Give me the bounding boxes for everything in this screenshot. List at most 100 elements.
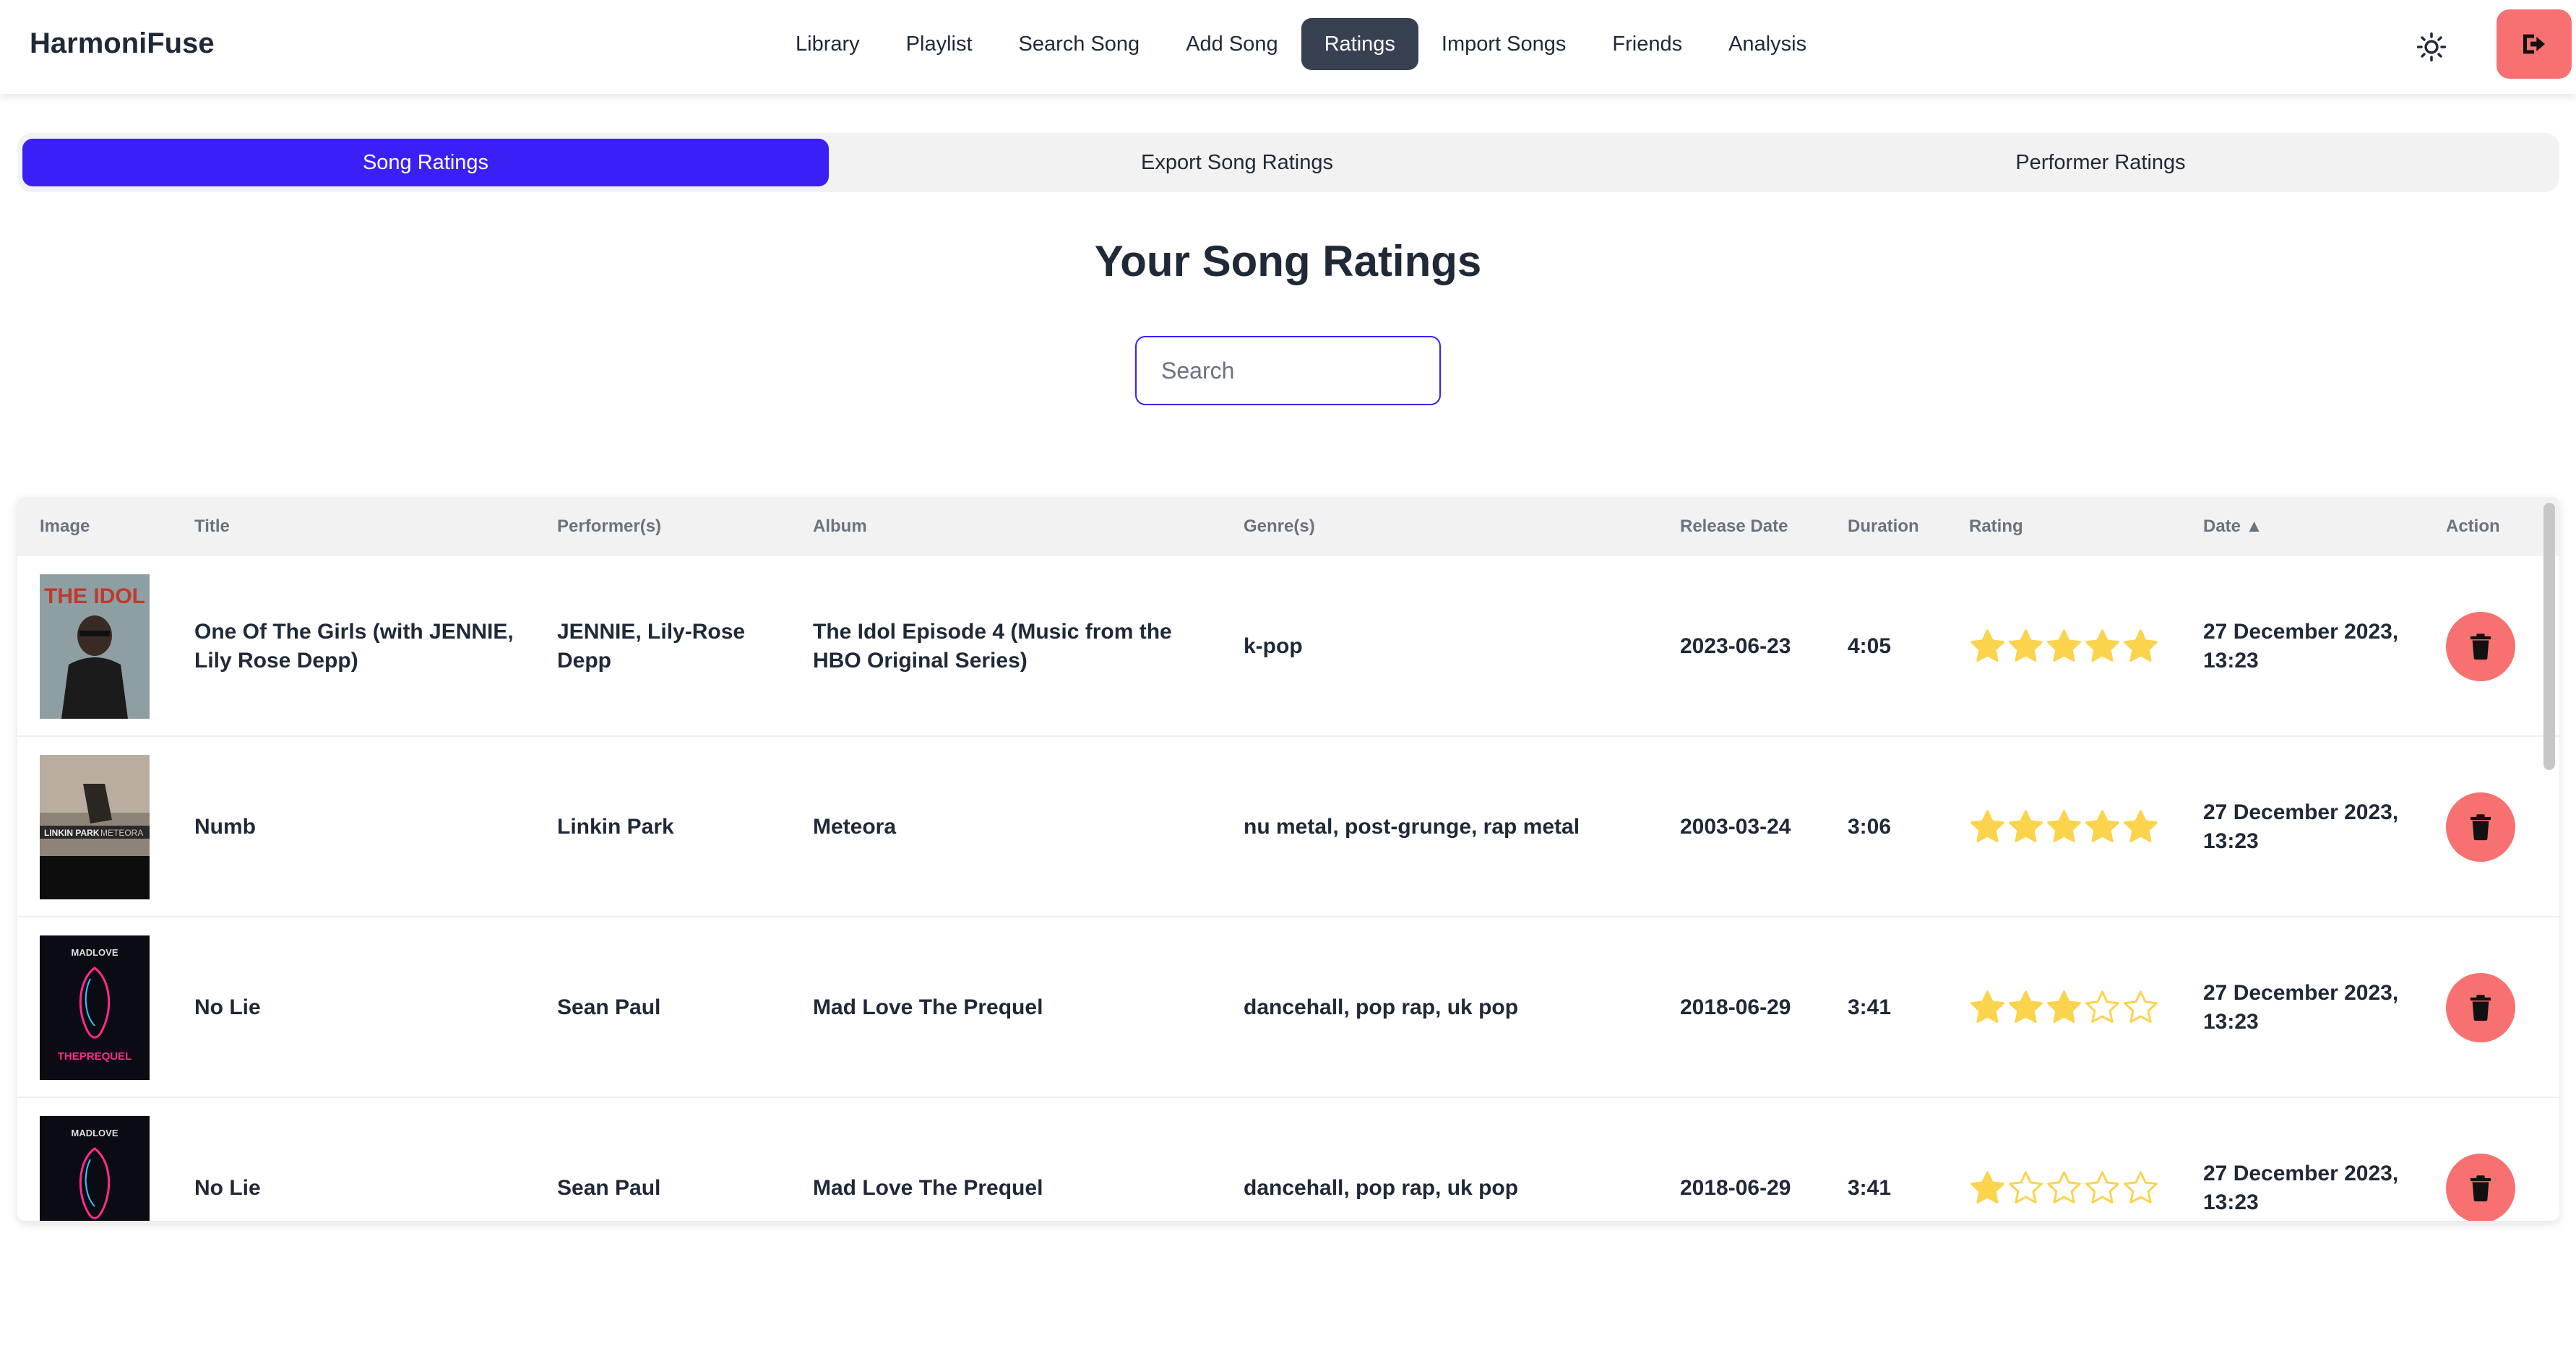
table-header: Image Title Performer(s) Album Genre(s) … <box>17 497 2559 556</box>
svg-text:MADLOVE: MADLOVE <box>72 947 119 958</box>
star-filled-icon[interactable] <box>2046 989 2082 1026</box>
tab-export-song-ratings[interactable]: Export Song Ratings <box>834 139 1640 186</box>
song-album: The Idol Episode 4 (Music from the HBO O… <box>813 620 1172 673</box>
star-filled-icon[interactable] <box>2084 808 2121 845</box>
song-album: Mad Love The Prequel <box>813 995 1043 1019</box>
song-genres: nu metal, post-grunge, rap metal <box>1244 815 1580 839</box>
svg-text:METEORA: METEORA <box>100 828 143 838</box>
song-album: Mad Love The Prequel <box>813 1176 1043 1200</box>
song-title: Numb <box>194 815 256 839</box>
logout-button[interactable] <box>2497 9 2572 79</box>
star-filled-icon[interactable] <box>1969 989 2006 1026</box>
column-header-performers: Performer(s) <box>557 516 662 536</box>
star-filled-icon[interactable] <box>2007 808 2044 845</box>
svg-text:MADLOVE: MADLOVE <box>72 1128 119 1138</box>
sun-icon <box>2416 32 2447 62</box>
nav-ratings[interactable]: Ratings <box>1301 18 1418 70</box>
nav-add-song[interactable]: Add Song <box>1163 18 1301 70</box>
star-filled-icon[interactable] <box>2007 989 2044 1026</box>
album-cover-image: THE IDOL <box>40 574 150 719</box>
tab-performer-ratings[interactable]: Performer Ratings <box>1646 139 2555 186</box>
song-release-date: 2018-06-29 <box>1680 995 1791 1019</box>
table-row: THE IDOL One Of The Girls (with JENNIE, … <box>17 556 2559 737</box>
column-header-date[interactable]: Date ▲ <box>2203 497 2262 556</box>
song-title: No Lie <box>194 1176 261 1200</box>
song-duration: 3:41 <box>1848 995 1892 1019</box>
song-release-date: 2018-06-29 <box>1680 1176 1791 1200</box>
column-header-action: Action <box>2446 516 2500 536</box>
trash-icon <box>2470 995 2491 1021</box>
delete-rating-button[interactable] <box>2446 612 2515 681</box>
song-performers: JENNIE, Lily-Rose Depp <box>557 620 746 673</box>
top-navbar: HarmoniFuse Library Playlist Search Song… <box>0 0 2576 94</box>
star-filled-icon[interactable] <box>1969 628 2006 665</box>
rating-stars[interactable] <box>1969 628 2161 665</box>
star-filled-icon[interactable] <box>2084 628 2121 665</box>
star-filled-icon[interactable] <box>1969 808 2006 845</box>
delete-rating-button[interactable] <box>2446 973 2515 1042</box>
star-filled-icon[interactable] <box>2122 628 2159 665</box>
rating-stars[interactable] <box>1969 808 2161 845</box>
star-empty-icon[interactable] <box>2084 1170 2121 1206</box>
rating-date: 27 December 2023, 13:23 <box>2203 1162 2399 1214</box>
song-title: No Lie <box>194 995 261 1019</box>
column-header-genres: Genre(s) <box>1244 516 1315 536</box>
brand-logo[interactable]: HarmoniFuse <box>30 27 215 60</box>
star-empty-icon[interactable] <box>2084 989 2121 1026</box>
delete-rating-button[interactable] <box>2446 1154 2515 1221</box>
song-performers: Sean Paul <box>557 995 661 1019</box>
song-album: Meteora <box>813 815 897 839</box>
column-header-duration: Duration <box>1848 516 1919 536</box>
nav-library[interactable]: Library <box>772 18 883 70</box>
nav-playlist[interactable]: Playlist <box>883 18 996 70</box>
star-filled-icon[interactable] <box>2007 628 2044 665</box>
table-scrollbar[interactable] <box>2543 503 2555 770</box>
album-cover-image: MADLOVE THEPREQUEL <box>40 935 150 1080</box>
album-cover-image: MADLOVE THEPREQUEL <box>40 1116 150 1221</box>
song-genres: dancehall, pop rap, uk pop <box>1244 1176 1519 1200</box>
star-filled-icon[interactable] <box>2122 808 2159 845</box>
trash-icon <box>2470 634 2491 660</box>
column-header-album: Album <box>813 516 867 536</box>
tab-song-ratings[interactable]: Song Ratings <box>22 139 829 186</box>
column-header-release-date: Release Date <box>1680 516 1788 536</box>
song-performers: Linkin Park <box>557 815 674 839</box>
star-empty-icon[interactable] <box>2007 1170 2044 1206</box>
nav-friends[interactable]: Friends <box>1589 18 1705 70</box>
star-filled-icon[interactable] <box>1969 1170 2006 1206</box>
theme-toggle-button[interactable] <box>2406 22 2457 72</box>
rating-date: 27 December 2023, 13:23 <box>2203 620 2399 673</box>
nav-analysis[interactable]: Analysis <box>1705 18 1830 70</box>
trash-icon <box>2470 814 2491 841</box>
page-title: Your Song Ratings <box>1094 237 1482 285</box>
column-header-image: Image <box>40 516 90 536</box>
song-release-date: 2003-03-24 <box>1680 815 1791 839</box>
logout-icon <box>2523 34 2545 54</box>
ratings-tabs: Song Ratings Export Song Ratings Perform… <box>17 133 2559 192</box>
column-header-rating: Rating <box>1969 516 2023 536</box>
svg-text:LINKIN PARK: LINKIN PARK <box>44 828 100 838</box>
main-nav: Library Playlist Search Song Add Song Ra… <box>772 18 1830 70</box>
star-filled-icon[interactable] <box>2046 628 2082 665</box>
rating-date: 27 December 2023, 13:23 <box>2203 981 2399 1034</box>
star-empty-icon[interactable] <box>2046 1170 2082 1206</box>
column-header-title: Title <box>194 516 230 536</box>
svg-text:THEPREQUEL: THEPREQUEL <box>58 1050 132 1063</box>
svg-text:THE IDOL: THE IDOL <box>44 584 145 608</box>
rating-date: 27 December 2023, 13:23 <box>2203 800 2399 853</box>
star-filled-icon[interactable] <box>2046 808 2082 845</box>
song-title: One Of The Girls (with JENNIE, Lily Rose… <box>194 620 514 673</box>
album-cover-image: LINKIN PARK METEORA <box>40 755 150 899</box>
delete-rating-button[interactable] <box>2446 792 2515 862</box>
nav-import-songs[interactable]: Import Songs <box>1418 18 1589 70</box>
search-input[interactable] <box>1135 336 1441 405</box>
song-duration: 4:05 <box>1848 634 1892 658</box>
table-row: MADLOVE THEPREQUEL No Lie Sean Paul Mad … <box>17 1098 2559 1221</box>
song-genres: k-pop <box>1244 634 1303 658</box>
nav-search-song[interactable]: Search Song <box>996 18 1163 70</box>
rating-stars[interactable] <box>1969 989 2161 1026</box>
star-empty-icon[interactable] <box>2122 1170 2159 1206</box>
star-empty-icon[interactable] <box>2122 989 2159 1026</box>
table-row: LINKIN PARK METEORA Numb Linkin Park Met… <box>17 737 2559 917</box>
rating-stars[interactable] <box>1969 1170 2161 1206</box>
